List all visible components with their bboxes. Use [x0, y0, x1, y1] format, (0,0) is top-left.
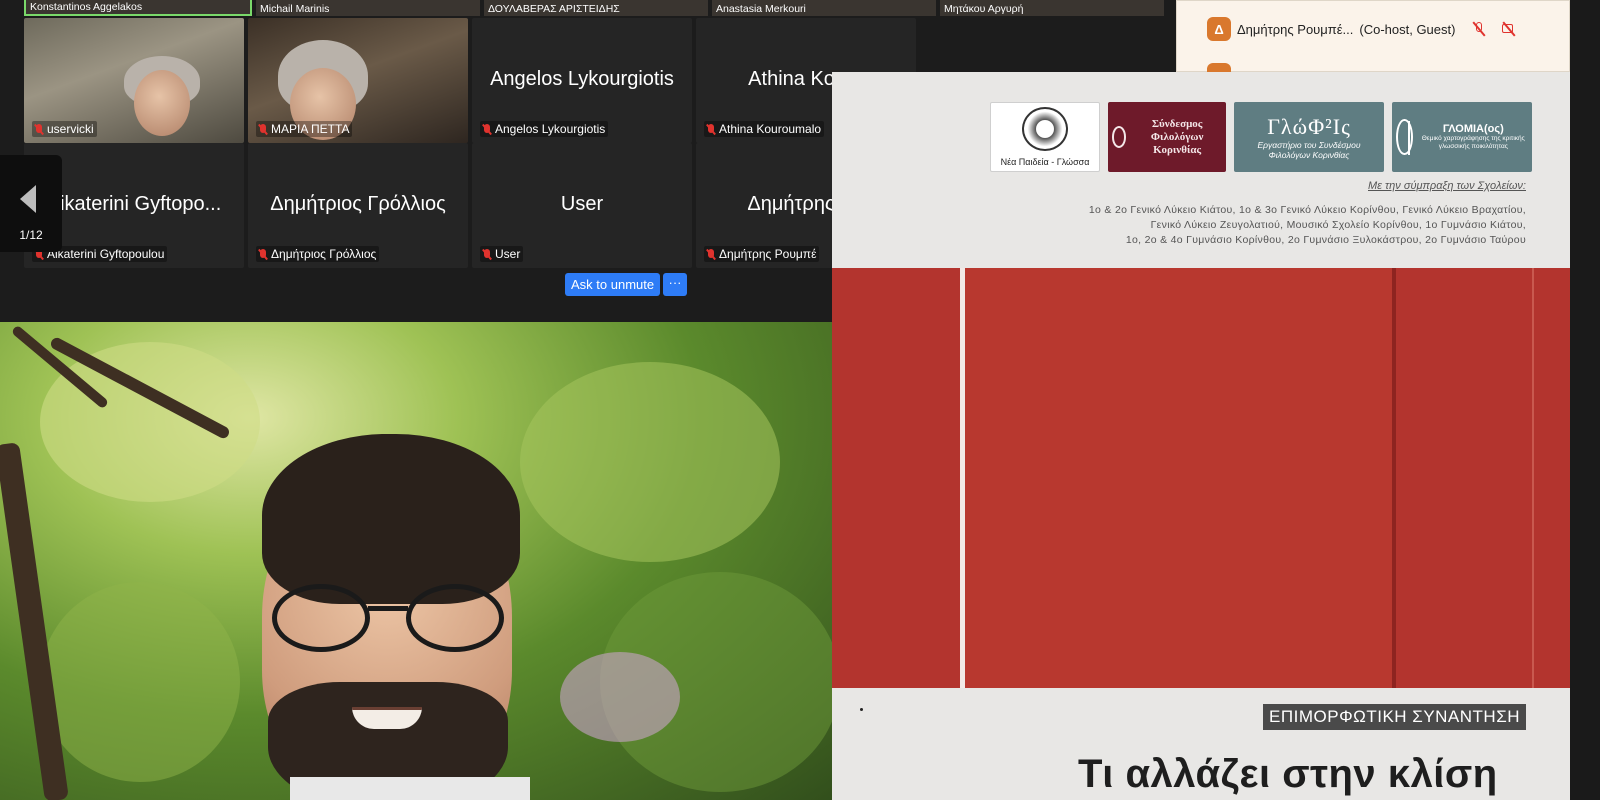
tile-name: ΜΑΡΙΑ ΠΕΤΤΑ	[256, 121, 353, 137]
organizer-logos: Νέα Παιδεία - Γλώσσα Σύνδεσμος Φιλολόγων…	[990, 102, 1532, 172]
nea-paideia-logo: Νέα Παιδεία - Γλώσσα	[990, 102, 1100, 172]
event-poster: Νέα Παιδεία - Γλώσσα Σύνδεσμος Φιλολόγων…	[832, 72, 1570, 800]
participant-role: (Co-host, Guest)	[1359, 21, 1456, 37]
mic-muted-icon	[707, 123, 715, 135]
participant-name: Μητάκου Αργυρή	[944, 3, 1024, 15]
strip-tile[interactable]: Anastasia Merkouri	[712, 0, 936, 16]
tile-name: uservicki	[32, 121, 97, 137]
participant-name: Δημήτρης Ρουμπέ...	[1237, 21, 1354, 37]
tile-name: Athina Kouroumalo	[704, 121, 825, 137]
tile-name: Δημήτρης Ρουμπέ	[704, 246, 820, 262]
video-tile[interactable]: uservicki	[24, 18, 244, 143]
mic-muted-icon	[483, 248, 491, 260]
artwork-stripe	[1532, 268, 1534, 688]
strip-tile[interactable]: Μητάκου Αργυρή	[940, 0, 1164, 16]
participant-name: ΔΟΥΛΑΒΕΡΑΣ ΑΡΙΣΤΕΙΔΗΣ	[488, 3, 620, 15]
owl-icon	[1022, 107, 1068, 151]
tile-name: User	[480, 246, 524, 262]
participants-panel: Δ Δημήτρης Ρουμπέ... (Co-host, Guest)	[1176, 0, 1570, 87]
speaker-glasses	[268, 584, 508, 654]
tile-display-name: Angelos Lykourgiotis	[490, 68, 674, 90]
speaker-smile	[352, 707, 422, 729]
glomia-logo: ΓΛΟΜΙΑ(ος) Θεμικό χαρτογράφησης της κριτ…	[1392, 102, 1532, 172]
strip-tile[interactable]: Konstantinos Aggelakos	[24, 0, 252, 16]
event-title: Τι αλλάζει στην κλίση	[1078, 752, 1498, 796]
tile-display-name: Δημήτριος Γρόλλιος	[270, 193, 446, 215]
video-tile[interactable]: ΜΑΡΙΑ ΠΕΤΤΑ	[248, 18, 468, 143]
tile-name: Δημήτριος Γρόλλιος	[256, 246, 380, 262]
artwork-panel	[965, 268, 1392, 688]
mic-muted-icon	[35, 123, 43, 135]
cooperation-heading: Με την σύμπραξη των Σχολείων:	[1368, 180, 1526, 192]
page-indicator: 1/12	[19, 228, 43, 242]
strip-tile[interactable]: Michail Marinis	[256, 0, 480, 16]
mic-muted-icon	[707, 248, 715, 260]
speaker-photo	[0, 322, 832, 800]
video-off-icon[interactable]	[1501, 22, 1517, 36]
tile-name: Angelos Lykourgiotis	[480, 121, 609, 137]
chevron-left-icon	[20, 185, 36, 213]
participant-name: Konstantinos Aggelakos	[30, 1, 143, 13]
strip-tile[interactable]: ΔΟΥΛΑΒΕΡΑΣ ΑΡΙΣΤΕΙΔΗΣ	[484, 0, 708, 16]
avatar: Δ	[1207, 17, 1231, 41]
mic-muted-icon	[259, 248, 267, 260]
participant-strip: Konstantinos Aggelakos Michail Marinis Δ…	[24, 0, 1164, 16]
poster-dot	[860, 708, 863, 711]
speaker-shirt	[290, 777, 530, 800]
video-tile[interactable]: User User	[472, 143, 692, 268]
ask-to-unmute-button[interactable]: Ask to unmute	[565, 273, 661, 296]
video-tile[interactable]: Δημήτριος Γρόλλιος Δημήτριος Γρόλλιος	[248, 143, 468, 268]
event-type-badge: ΕΠΙΜΟΡΦΩΤΙΚΗ ΣΥΝΑΝΤΗΣΗ	[1263, 704, 1526, 730]
speaker-hair	[262, 434, 520, 604]
artwork-stripe	[960, 268, 965, 688]
participant-name: Anastasia Merkouri	[716, 3, 806, 15]
leaf-icon	[1396, 119, 1413, 155]
video-tile[interactable]: Angelos Lykourgiotis Angelos Lykourgioti…	[472, 18, 692, 143]
seal-icon	[1112, 126, 1127, 148]
participant-name: Michail Marinis	[260, 3, 330, 15]
previous-page-button[interactable]: 1/12	[0, 155, 62, 252]
mic-muted-icon[interactable]	[1471, 22, 1487, 36]
more-options-button[interactable]: ···	[663, 273, 687, 296]
syndesmos-logo: Σύνδεσμος Φιλολόγων Κορινθίας	[1108, 102, 1226, 172]
tile-display-name: User	[560, 193, 604, 215]
participant-video	[134, 70, 190, 136]
mic-muted-icon	[483, 123, 491, 135]
glofis-logo: ΓλώΦ²Ις Εργαστήριο του Συνδέσμου Φιλολόγ…	[1234, 102, 1384, 172]
schools-list: 1ο & 2ο Γενικό Λύκειο Κιάτου, 1ο & 3ο Γε…	[1088, 204, 1526, 246]
mic-muted-icon	[259, 123, 267, 135]
screen: Konstantinos Aggelakos Michail Marinis Δ…	[0, 0, 1600, 800]
artwork-stripe	[1392, 268, 1396, 688]
participant-row[interactable]: Δ Δημήτρης Ρουμπέ... (Co-host, Guest)	[1207, 17, 1517, 41]
